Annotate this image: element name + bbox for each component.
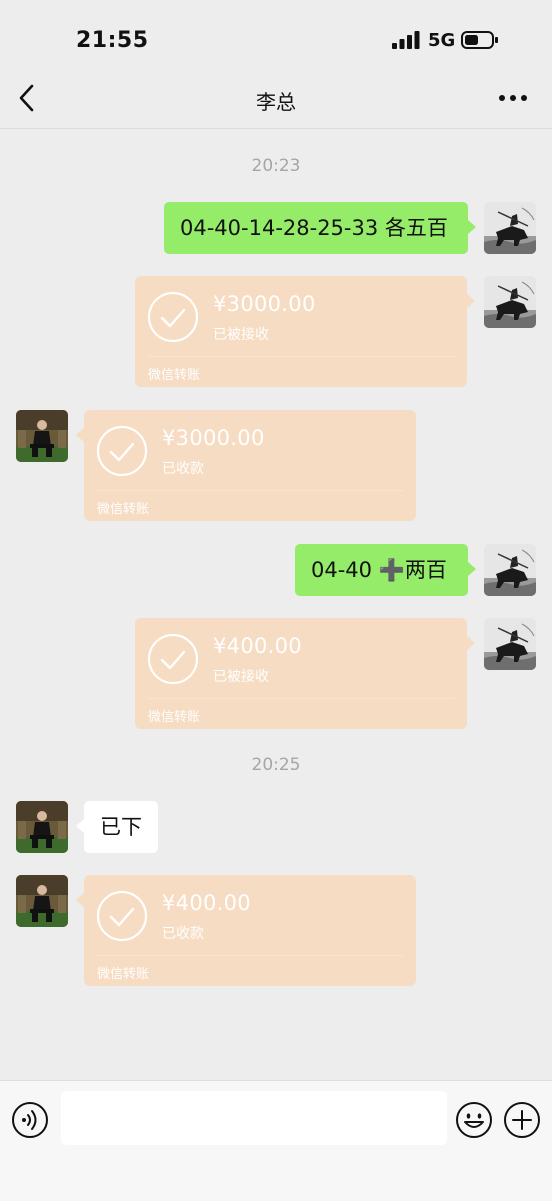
chat-title: 李总 — [256, 90, 296, 114]
transfer-brand: 微信转账 — [148, 368, 201, 383]
check-circle-icon — [147, 291, 199, 343]
outgoing-text-bubble[interactable]: 04-40-14-28-25-33 各五百 — [164, 202, 468, 254]
my-avatar[interactable] — [484, 618, 536, 670]
message-timestamp: 20:25 — [251, 755, 301, 775]
contact-avatar[interactable] — [16, 801, 68, 853]
contact-avatar[interactable] — [16, 875, 68, 927]
transfer-divider — [147, 698, 455, 699]
transfer-brand: 微信转账 — [97, 502, 150, 517]
transfer-status: 已被接收 — [213, 669, 269, 685]
my-avatar[interactable] — [484, 202, 536, 254]
plus-icon[interactable] — [503, 1101, 541, 1139]
network-type: 5G — [428, 30, 456, 51]
transfer-amount: ¥400.00 — [213, 634, 302, 658]
transfer-divider — [147, 356, 455, 357]
transfer-card-incoming[interactable]: ¥400.00 已收款 微信转账 — [84, 875, 416, 986]
bubble-tail — [76, 428, 84, 442]
my-avatar[interactable] — [484, 276, 536, 328]
bubble-tail — [467, 636, 475, 650]
battery-icon — [461, 31, 498, 49]
chat-input-bar — [0, 1080, 552, 1201]
status-bar: 21:55 5G — [0, 0, 552, 80]
chat-nav-bar: 李总 — [0, 70, 552, 129]
bubble-tail — [467, 294, 475, 308]
transfer-card-outgoing[interactable]: ¥3000.00 已被接收 微信转账 — [135, 276, 467, 387]
transfer-status: 已收款 — [162, 461, 204, 477]
check-circle-icon — [147, 633, 199, 685]
transfer-divider — [96, 490, 404, 491]
outgoing-text-bubble[interactable]: 04-40 ➕两百 — [295, 544, 468, 596]
transfer-amount: ¥3000.00 — [213, 292, 316, 316]
transfer-status: 已被接收 — [213, 327, 269, 343]
incoming-text-bubble[interactable]: 已下 — [84, 801, 158, 853]
emoji-icon[interactable] — [455, 1101, 493, 1139]
transfer-status: 已收款 — [162, 926, 204, 942]
signal-icon — [392, 31, 420, 49]
transfer-card-incoming[interactable]: ¥3000.00 已收款 微信转账 — [84, 410, 416, 521]
transfer-brand: 微信转账 — [148, 710, 201, 725]
bubble-tail — [468, 220, 476, 234]
transfer-brand: 微信转账 — [97, 967, 150, 982]
bubble-tail — [76, 819, 84, 833]
contact-avatar[interactable] — [16, 410, 68, 462]
bubble-tail — [468, 562, 476, 576]
status-time: 21:55 — [76, 28, 149, 53]
check-circle-icon — [96, 425, 148, 477]
bubble-tail — [76, 893, 84, 907]
transfer-card-outgoing[interactable]: ¥400.00 已被接收 微信转账 — [135, 618, 467, 729]
voice-icon[interactable] — [11, 1101, 49, 1139]
my-avatar[interactable] — [484, 544, 536, 596]
transfer-amount: ¥400.00 — [162, 891, 251, 915]
check-circle-icon — [96, 890, 148, 942]
message-timestamp: 20:23 — [251, 156, 301, 176]
more-dots-icon[interactable] — [498, 90, 528, 106]
transfer-divider — [96, 955, 404, 956]
transfer-amount: ¥3000.00 — [162, 426, 265, 450]
message-input[interactable] — [61, 1091, 447, 1145]
